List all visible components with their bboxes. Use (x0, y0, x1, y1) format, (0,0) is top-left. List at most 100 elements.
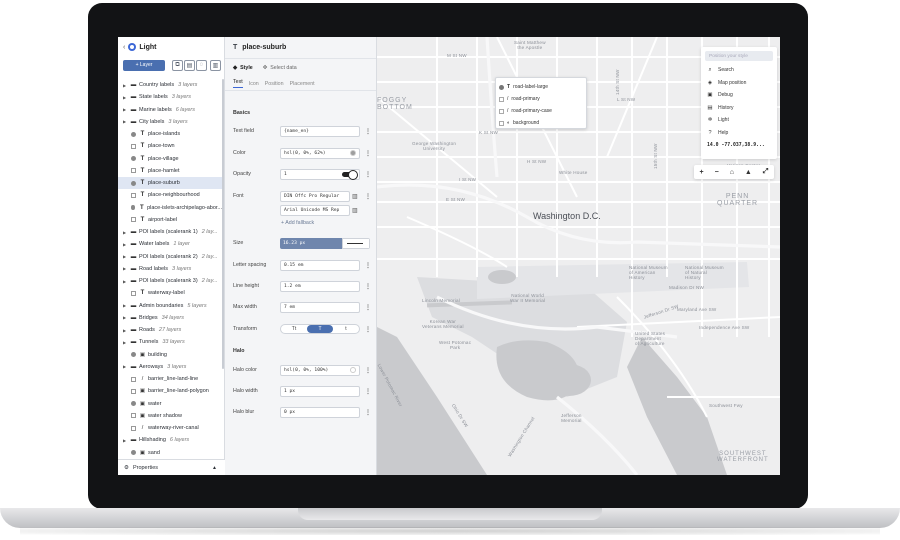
trash-icon[interactable]: ▥ (352, 193, 358, 200)
chevron-right-icon[interactable]: ▶ (123, 95, 128, 100)
debug-item[interactable]: ▣ Debug (701, 89, 777, 102)
chevron-right-icon[interactable]: ▶ (123, 315, 128, 320)
visibility-icon[interactable] (131, 376, 136, 382)
layer-item[interactable]: Tplace-hamlet (118, 165, 222, 177)
layer-item[interactable]: ▣ building (118, 349, 222, 361)
visibility-icon[interactable] (130, 205, 136, 211)
layer-item[interactable]: ▣ sand (118, 447, 222, 458)
halo-color-input[interactable]: hsl(0, 0%, 100%) (280, 364, 360, 376)
layer-item[interactable]: ▶ ▬ Hillshading 6 layers (118, 434, 222, 446)
layer-item[interactable]: / barrier_line-land-line (118, 373, 222, 385)
layer-item[interactable]: Tplace-islands (118, 128, 222, 140)
visibility-icon[interactable] (131, 290, 136, 296)
zoom-in-button[interactable]: + (700, 169, 704, 176)
popup-row[interactable]: / road-primary (496, 93, 586, 105)
more-icon[interactable]: ⋮ (365, 150, 371, 157)
popup-row[interactable]: T road-label-large (496, 81, 586, 93)
visibility-icon[interactable] (131, 156, 136, 162)
layer-item[interactable]: ▶ ▬ POI labels (scalerank 2) 2 lay... (118, 251, 222, 263)
font-input-2[interactable]: Arial Unicode MS Rep (280, 204, 350, 216)
chevron-right-icon[interactable]: ▶ (123, 266, 128, 271)
transform-capitalize[interactable]: Tt (281, 325, 307, 333)
tab-style[interactable]: ◆ Style (233, 65, 253, 71)
layer-item[interactable]: Twaterway-label (118, 287, 222, 299)
history-item[interactable]: ▤ History (701, 102, 777, 115)
chevron-right-icon[interactable]: ▶ (123, 119, 128, 124)
more-icon[interactable]: ⋮ (365, 262, 371, 269)
visibility-icon[interactable] (131, 450, 136, 456)
position-search-input[interactable]: Position your style (705, 51, 773, 61)
layer-item[interactable]: Tairport-label (118, 214, 222, 226)
visibility-icon[interactable] (131, 192, 136, 198)
more-icon[interactable]: ⋮ (365, 388, 371, 395)
layer-scrollbar[interactable] (222, 79, 224, 369)
checkbox-icon[interactable] (499, 108, 504, 114)
layer-item[interactable]: ▣ water (118, 398, 222, 410)
transform-segmented[interactable]: Tt T t (280, 324, 360, 334)
chevron-right-icon[interactable]: ▶ (123, 83, 128, 88)
layer-item[interactable]: Tplace-islets-archipelago-abor... (118, 202, 222, 214)
visibility-icon[interactable] (131, 168, 136, 174)
chevron-right-icon[interactable]: ▶ (123, 242, 128, 247)
subtab-text[interactable]: Text (233, 79, 243, 88)
more-icon[interactable]: ⋮ (365, 367, 371, 374)
add-fallback-link[interactable]: + Add fallback (281, 220, 314, 226)
layer-item[interactable]: ▶ ▬ Admin boundaries 5 layers (118, 300, 222, 312)
more-icon[interactable]: ⋮ (365, 193, 371, 200)
visibility-icon[interactable] (131, 180, 136, 186)
zoom-out-button[interactable]: − (715, 169, 719, 176)
visibility-icon[interactable] (131, 131, 136, 137)
font-input-1[interactable]: DIN Offc Pro Regular (280, 190, 350, 202)
visibility-icon[interactable]: ◌ (196, 59, 207, 71)
chevron-right-icon[interactable]: ▶ (123, 230, 128, 235)
visibility-icon[interactable] (131, 352, 136, 358)
copy-icon[interactable]: ⧉ (172, 59, 183, 71)
more-icon[interactable]: ⋮ (365, 304, 371, 311)
search-item[interactable]: ⌕ Search (701, 64, 777, 77)
add-layer-button[interactable]: + Layer (123, 59, 165, 71)
visibility-icon[interactable] (131, 143, 136, 149)
visibility-icon[interactable] (131, 217, 136, 223)
more-icon[interactable]: ⋮ (365, 128, 371, 135)
max-width-input[interactable]: 7 em (280, 301, 360, 313)
light-item[interactable]: ✲ Light (701, 114, 777, 127)
layer-item[interactable]: Tplace-neighbourhood (118, 189, 222, 201)
subtab-placement[interactable]: Placement (290, 81, 315, 87)
size-slider[interactable] (342, 237, 370, 249)
more-icon[interactable]: ⋮ (365, 171, 371, 178)
size-input[interactable]: 16.23 px (280, 237, 370, 249)
visibility-icon[interactable] (131, 425, 136, 431)
trash-icon[interactable]: ▥ (352, 207, 358, 214)
layer-item[interactable]: ▶ ▬ Tunnels 33 layers (118, 336, 222, 348)
chevron-right-icon[interactable]: ▶ (123, 279, 128, 284)
halo-color-swatch[interactable] (350, 367, 356, 373)
layer-item[interactable]: Tplace-town (118, 140, 222, 152)
tab-select-data[interactable]: ✥ Select data (263, 65, 297, 71)
halo-blur-input[interactable]: 0 px (280, 406, 360, 418)
halo-width-input[interactable]: 1 px (280, 385, 360, 397)
map-position-item[interactable]: ◈ Map position (701, 77, 777, 90)
visibility-icon[interactable] (131, 413, 136, 419)
subtab-position[interactable]: Position (265, 81, 284, 87)
size-value[interactable]: 16.23 px (280, 237, 342, 249)
line-height-input[interactable]: 1.2 em (280, 280, 360, 292)
map-canvas[interactable]: M St NW Saint Matthew the Apostle L St N… (377, 37, 780, 475)
subtab-icon[interactable]: Icon (249, 81, 259, 87)
lock-icon[interactable]: ⌂ (730, 169, 734, 176)
layer-item[interactable]: ▣ barrier_line-land-polygon (118, 385, 222, 397)
more-icon[interactable]: ⋮ (365, 409, 371, 416)
chevron-right-icon[interactable]: ▶ (123, 340, 128, 345)
layer-item[interactable]: ▣ water shadow (118, 410, 222, 422)
layer-item[interactable]: ▶ ▬ Aeroways 3 layers (118, 361, 222, 373)
chevron-right-icon[interactable]: ▶ (123, 438, 128, 443)
chevron-right-icon[interactable]: ▶ (123, 328, 128, 333)
layer-item[interactable]: ▶ ▬ City labels 3 layers (118, 116, 222, 128)
layer-item[interactable]: ▶ ▬ Marine labels 6 layers (118, 104, 222, 116)
visibility-icon[interactable] (131, 388, 136, 394)
layer-item[interactable]: ▶ ▬ Road labels 3 layers (118, 263, 222, 275)
layer-item[interactable]: ▶ ▬ Bridges 34 layers (118, 312, 222, 324)
checkbox-icon[interactable] (499, 120, 504, 126)
fullscreen-icon[interactable]: ⤢ (763, 168, 769, 176)
layer-item[interactable]: Tplace-village (118, 153, 222, 165)
properties-bar[interactable]: ⚙ Properties ▲ (118, 459, 225, 475)
